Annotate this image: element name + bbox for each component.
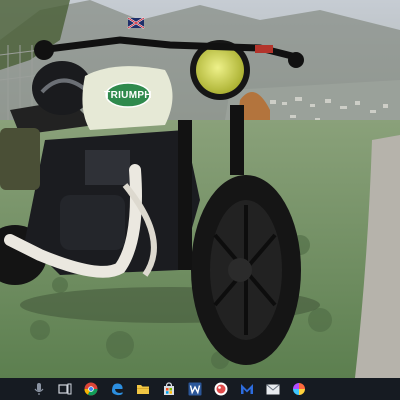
saddle-bag [0, 128, 40, 190]
chrome-icon[interactable] [82, 380, 100, 398]
task-view-icon[interactable] [56, 380, 74, 398]
tank-logo: TRIUMPH [104, 82, 152, 108]
edge-icon[interactable] [108, 380, 126, 398]
desktop-wallpaper: TRIUMPH [0, 0, 400, 378]
mail-icon[interactable] [264, 380, 282, 398]
word-icon[interactable] [186, 380, 204, 398]
tank-brand-text: TRIUMPH [104, 90, 152, 101]
app-multicolor-icon[interactable] [290, 380, 308, 398]
microphone-icon[interactable] [30, 380, 48, 398]
desktop: TRIUMPH [0, 0, 400, 378]
taskbar [0, 378, 400, 400]
store-icon[interactable] [160, 380, 178, 398]
app-red-circle-icon[interactable] [212, 380, 230, 398]
file-explorer-icon[interactable] [134, 380, 152, 398]
app-m-icon[interactable] [238, 380, 256, 398]
